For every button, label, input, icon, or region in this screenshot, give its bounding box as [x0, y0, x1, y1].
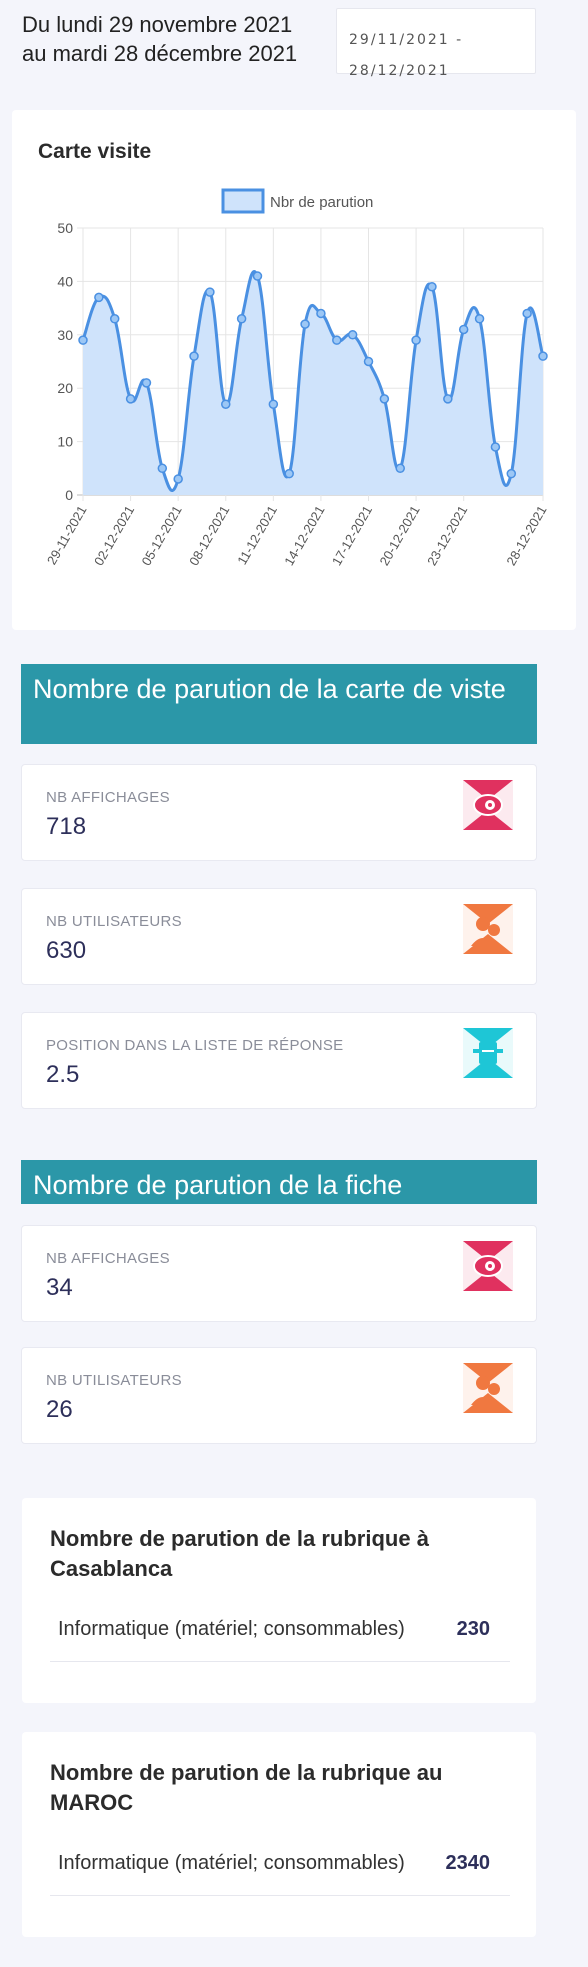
list-position-icon [463, 1028, 513, 1078]
x-tick-label: 29-11-2021 [44, 503, 90, 567]
data-point [268, 399, 279, 409]
data-point [347, 330, 358, 340]
stat-card-fiche-affichages: NB AFFICHAGES 34 [21, 1225, 537, 1322]
date-range-end: 28/12/2021 [349, 63, 450, 79]
data-point [427, 281, 437, 292]
data-point [252, 271, 263, 281]
stat-value: 2.5 [46, 1061, 80, 1088]
data-point [284, 468, 294, 479]
chart-x-axis: 29-11-2021 02-12-2021 05-12-2021 08-12-2021… [44, 503, 550, 568]
section-header-carte: Nombre de parution de la carte de viste [21, 664, 537, 744]
date-range-input[interactable]: 29/11/2021 - 28/12/2021 [336, 8, 536, 79]
data-point [332, 335, 342, 345]
data-point [94, 292, 104, 303]
data-point [411, 335, 421, 345]
chart-y-axis: 0 10 20 30 40 50 [57, 220, 73, 503]
section-header-fiche: Nombre de parution de la fiche [21, 1160, 537, 1204]
data-point [109, 314, 120, 324]
stat-value: 34 [46, 1274, 73, 1301]
data-point [474, 314, 485, 324]
parution-chart: Nbr de parution 0 10 20 30 40 50 29-11-2021 02… [44, 188, 550, 568]
data-point [522, 308, 532, 319]
y-tick-label: 40 [57, 273, 73, 289]
rubrique-name: Informatique (matériel; consommables) [58, 1852, 405, 1874]
date-range-text: Du lundi 29 novembre 2021 au mardi 28 dé… [22, 12, 298, 66]
users-icon [463, 904, 513, 954]
data-point [78, 335, 88, 345]
data-point [221, 399, 231, 409]
rubrique-count: 2340 [445, 1852, 491, 1874]
data-point [189, 351, 199, 361]
x-tick-label: 20-12-2021 [376, 503, 422, 568]
x-tick-label: 08-12-2021 [186, 503, 232, 568]
users-icon [463, 1363, 513, 1413]
y-tick-label: 20 [57, 380, 73, 396]
chart-card: Carte visite Nbr de parution 0 10 20 30 40 50… [12, 110, 576, 630]
stat-value: 718 [46, 813, 87, 840]
stat-card-position: POSITION DANS LA LISTE DE RÉPONSE 2.5 [21, 1012, 537, 1109]
rubrique-row: Informatique (matériel; consommables) 23… [50, 1608, 510, 1662]
y-tick-label: 0 [65, 487, 73, 503]
stat-label: POSITION DANS LA LISTE DE RÉPONSE [46, 1037, 344, 1054]
stat-label: NB UTILISATEURS [46, 913, 182, 930]
data-point [506, 468, 517, 479]
rubrique-name: Informatique (matériel; consommables) [58, 1618, 405, 1640]
eye-icon [463, 1241, 513, 1291]
y-tick-label: 10 [57, 434, 73, 450]
data-point [395, 463, 405, 474]
stat-card-fiche-utilisateurs: NB UTILISATEURS 26 [21, 1347, 537, 1444]
stat-value: 630 [46, 937, 87, 964]
x-tick-label: 23-12-2021 [424, 503, 470, 568]
data-point [443, 394, 453, 404]
rubrique-casablanca-card: Nombre de parution de la rubrique à Casa… [22, 1498, 536, 1703]
rubrique-row: Informatique (matériel; consommables) 23… [50, 1842, 510, 1896]
stat-label: NB AFFICHAGES [46, 789, 170, 806]
rubrique-count: 230 [456, 1618, 490, 1640]
rubrique-maroc-card: Nombre de parution de la rubrique au MAR… [22, 1732, 536, 1937]
eye-icon [463, 780, 513, 830]
data-point [379, 394, 390, 404]
y-tick-label: 50 [57, 220, 73, 236]
data-point [538, 351, 548, 361]
chart-legend: Nbr de parution [221, 188, 373, 214]
x-tick-label: 05-12-2021 [139, 503, 185, 568]
data-point [205, 287, 215, 297]
legend-swatch [221, 188, 265, 214]
data-point [458, 324, 469, 335]
data-point [300, 319, 310, 329]
data-point [363, 356, 374, 367]
stat-value: 26 [46, 1396, 73, 1423]
data-point [125, 394, 136, 404]
data-point [490, 442, 501, 452]
data-point [316, 308, 326, 319]
x-tick-label: 14-12-2021 [281, 503, 327, 568]
y-tick-label: 30 [57, 327, 73, 343]
stat-label: NB UTILISATEURS [46, 1372, 182, 1389]
data-point [173, 474, 183, 484]
x-tick-label: 11-12-2021 [234, 503, 280, 567]
rubrique-casablanca-title: Nombre de parution de la rubrique à Casa… [50, 1526, 429, 1581]
date-range-start: 29/11/2021 - [349, 32, 464, 48]
stat-card-affichages: NB AFFICHAGES 718 [21, 764, 537, 861]
data-point [236, 314, 247, 324]
x-tick-label: 02-12-2021 [91, 503, 137, 568]
legend-label: Nbr de parution [270, 194, 373, 211]
rubrique-maroc-title: Nombre de parution de la rubrique au MAR… [50, 1760, 443, 1815]
data-point [157, 463, 168, 474]
data-point [141, 378, 152, 388]
x-tick-label: 28-12-2021 [503, 503, 549, 568]
x-tick-label: 17-12-2021 [329, 503, 375, 568]
stat-label: NB AFFICHAGES [46, 1250, 170, 1267]
stat-card-utilisateurs: NB UTILISATEURS 630 [21, 888, 537, 985]
